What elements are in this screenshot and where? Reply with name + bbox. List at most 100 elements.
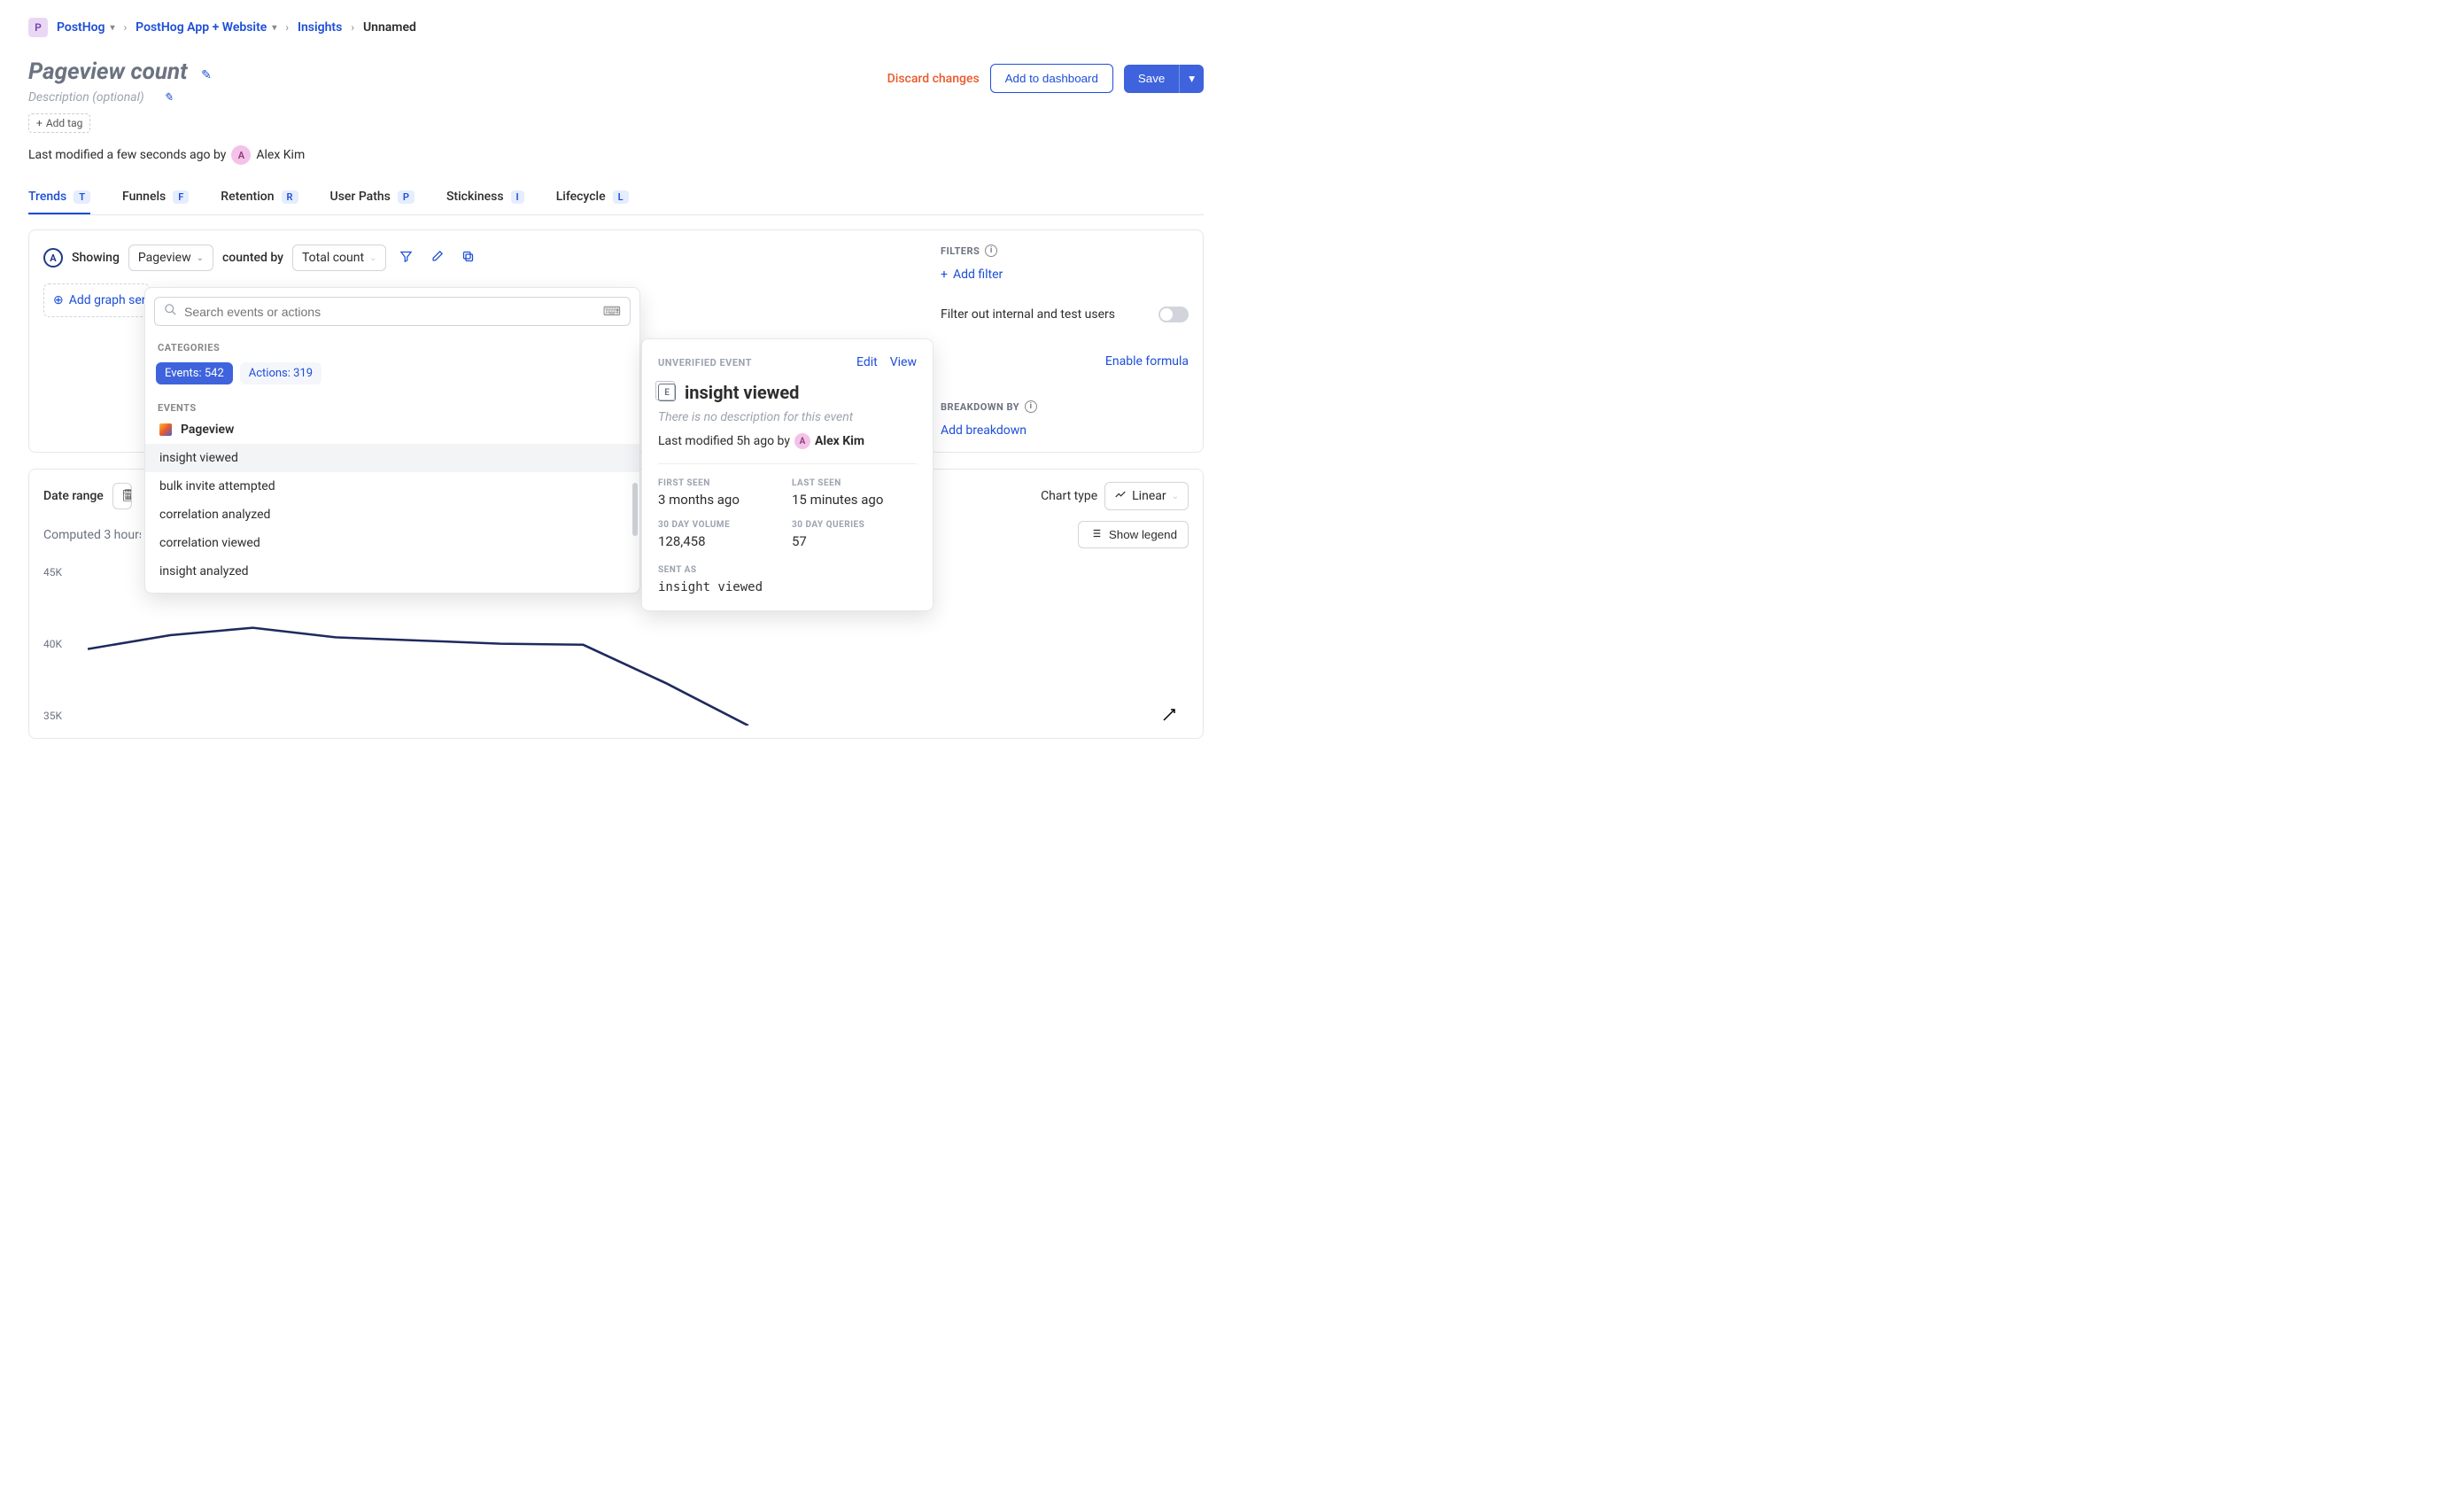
chart-line-icon xyxy=(1114,488,1127,504)
discard-changes-link[interactable]: Discard changes xyxy=(887,72,980,86)
insight-tabs: TrendsT FunnelsF Retention R User Paths P Stic… xyxy=(28,182,1204,215)
event-item-label: correlation analyzed xyxy=(159,508,270,522)
counted-by-label: counted by xyxy=(222,251,283,265)
add-tag-label: Add tag xyxy=(46,117,83,129)
event-item[interactable]: insight analyzed xyxy=(145,557,639,586)
events-header: EVENTS xyxy=(145,395,639,415)
breadcrumb-project[interactable]: PostHog App + Website ▾ xyxy=(136,20,276,35)
description-placeholder[interactable]: Description (optional) xyxy=(28,90,144,105)
scrollbar[interactable] xyxy=(632,483,638,536)
queries-label: 30 DAY QUERIES xyxy=(792,520,917,530)
tab-funnels[interactable]: FunnelsF xyxy=(122,182,189,214)
edit-icon[interactable] xyxy=(426,245,448,271)
breakdown-label: BREAKDOWN BY xyxy=(941,401,1019,413)
sent-as-value: insight viewed xyxy=(658,580,917,594)
add-filter-button[interactable]: + Add filter xyxy=(941,268,1189,282)
first-seen-label: FIRST SEEN xyxy=(658,478,783,488)
avatar: A xyxy=(231,145,251,165)
event-item-label: correlation viewed xyxy=(159,536,260,550)
event-search-popover: ⌨ CATEGORIES Events: 542 Actions: 319 EV… xyxy=(144,287,640,594)
event-item-label: insight viewed xyxy=(159,451,238,465)
event-modified-text: Last modified 5h ago by xyxy=(658,434,790,448)
event-item[interactable]: correlation viewed xyxy=(145,529,639,557)
add-graph-series-button[interactable]: ⊕ Add graph series xyxy=(43,283,150,317)
tab-label: Stickiness xyxy=(446,190,504,204)
show-legend-button[interactable]: Show legend xyxy=(1078,521,1189,548)
show-legend-label: Show legend xyxy=(1109,528,1177,541)
chart-type-label: Chart type xyxy=(1041,489,1097,503)
add-to-dashboard-button[interactable]: Add to dashboard xyxy=(990,64,1113,93)
info-icon[interactable]: i xyxy=(1025,400,1037,413)
chevron-down-icon: ⌄ xyxy=(1172,492,1179,501)
save-button[interactable]: Save xyxy=(1124,65,1179,93)
plus-icon: + xyxy=(36,117,43,129)
tab-user-paths[interactable]: User Paths P xyxy=(330,182,415,214)
tab-shortcut: R xyxy=(282,190,298,204)
chevron-down-icon: ▾ xyxy=(111,23,115,33)
tab-label: User Paths xyxy=(330,190,391,204)
tab-shortcut: P xyxy=(398,190,415,204)
filters-label: FILTERS xyxy=(941,245,980,257)
tab-lifecycle[interactable]: Lifecycle L xyxy=(556,182,629,214)
test-users-toggle[interactable] xyxy=(1158,307,1189,322)
search-icon xyxy=(164,303,177,320)
event-item[interactable]: insight viewed xyxy=(145,444,639,472)
view-event-link[interactable]: View xyxy=(890,355,917,369)
event-item[interactable]: Pageview xyxy=(145,415,639,444)
event-select[interactable]: Pageview ⌄ xyxy=(128,245,213,271)
plus-circle-icon: ⊕ xyxy=(53,293,64,307)
edit-event-link[interactable]: Edit xyxy=(856,355,878,369)
event-icon: E xyxy=(658,384,676,401)
chevron-down-icon: ⌄ xyxy=(369,253,376,263)
tab-retention[interactable]: Retention R xyxy=(221,182,298,214)
count-select[interactable]: Total count ⌄ xyxy=(292,245,386,271)
tab-trends[interactable]: TrendsT xyxy=(28,182,90,214)
actions-category-pill[interactable]: Actions: 319 xyxy=(240,362,322,384)
volume-value: 128,458 xyxy=(658,533,783,549)
last-modified-user: Alex Kim xyxy=(256,148,305,162)
add-breakdown-button[interactable]: Add breakdown xyxy=(941,423,1189,438)
first-seen-value: 3 months ago xyxy=(658,492,783,508)
count-select-value: Total count xyxy=(302,251,364,265)
chart-type-select[interactable]: Linear ⌄ xyxy=(1104,482,1189,510)
tab-label: Retention xyxy=(221,190,274,204)
series-badge: A xyxy=(43,248,63,268)
breadcrumbs: P PostHog ▾ › PostHog App + Website ▾ › … xyxy=(28,18,1204,37)
event-item-label: insight analyzed xyxy=(159,564,249,578)
tab-label: Trends xyxy=(28,190,66,204)
edit-title-icon[interactable]: ✎ xyxy=(201,68,212,82)
add-tag-button[interactable]: + Add tag xyxy=(28,113,90,133)
tab-stickiness[interactable]: Stickiness I xyxy=(446,182,524,214)
breadcrumb-org-label: PostHog xyxy=(57,20,105,35)
last-seen-label: LAST SEEN xyxy=(792,478,917,488)
page-title[interactable]: Pageview count xyxy=(28,58,188,85)
save-dropdown-button[interactable]: ▾ xyxy=(1179,65,1204,93)
add-filter-label: Add filter xyxy=(953,268,1003,282)
event-modified-user: Alex Kim xyxy=(815,434,864,448)
tab-shortcut: L xyxy=(613,190,629,204)
volume-label: 30 DAY VOLUME xyxy=(658,520,783,530)
event-title: insight viewed xyxy=(685,382,799,403)
event-description: There is no description for this event xyxy=(658,410,917,424)
breadcrumb-insights[interactable]: Insights xyxy=(298,20,342,35)
edit-description-icon[interactable]: ✎ xyxy=(164,91,174,105)
date-range-select[interactable]: 🗓 xyxy=(112,483,132,509)
tab-label: Lifecycle xyxy=(556,190,606,204)
event-search-input[interactable] xyxy=(184,305,596,319)
copy-icon[interactable] xyxy=(457,245,479,271)
breadcrumb-org[interactable]: PostHog ▾ xyxy=(57,20,115,35)
event-detail-panel: UNVERIFIED EVENT Edit View E insight vie… xyxy=(641,338,934,611)
events-category-pill[interactable]: Events: 542 xyxy=(156,362,233,384)
event-item-label: bulk invite attempted xyxy=(159,479,275,493)
info-icon[interactable]: i xyxy=(985,245,997,257)
event-item[interactable]: correlation analyzed xyxy=(145,501,639,529)
keyboard-icon: ⌨ xyxy=(603,305,621,319)
tab-shortcut: I xyxy=(511,190,524,204)
calendar-icon: 🗓 xyxy=(122,489,132,503)
chart-type-value: Linear xyxy=(1132,489,1166,503)
formula-link[interactable]: Enable formula xyxy=(941,354,1189,369)
sent-as-label: SENT AS xyxy=(658,565,917,575)
y-tick: 40K xyxy=(43,638,62,650)
filter-icon[interactable] xyxy=(395,245,417,271)
event-item[interactable]: bulk invite attempted xyxy=(145,472,639,501)
